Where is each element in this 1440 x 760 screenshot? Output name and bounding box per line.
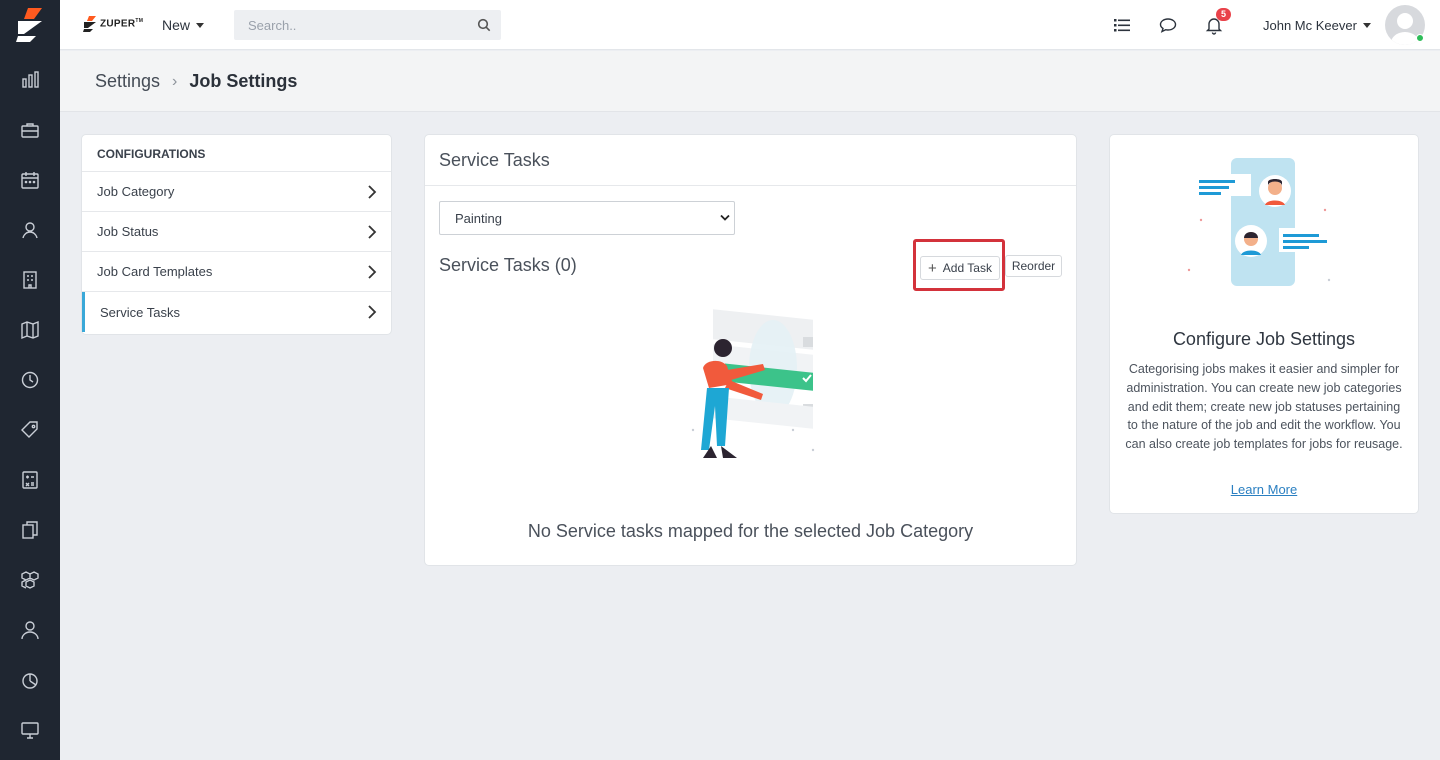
task-list-icon[interactable] [1112, 15, 1132, 35]
customers-icon[interactable] [20, 220, 40, 240]
new-label: New [162, 17, 191, 33]
caret-down-icon [1362, 23, 1371, 28]
briefcase-icon[interactable] [20, 120, 40, 140]
chevron-down-icon [720, 214, 730, 221]
left-nav-rail [0, 0, 60, 760]
search-icon[interactable] [477, 18, 491, 32]
add-task-button[interactable]: + Add Task [920, 256, 1000, 280]
online-status-dot [1416, 34, 1424, 42]
config-item-job-card-templates[interactable]: Job Card Templates [82, 252, 391, 292]
job-category-selected: Painting [455, 211, 502, 226]
map-icon[interactable] [20, 320, 40, 340]
notification-count-badge: 5 [1216, 8, 1231, 21]
building-icon[interactable] [20, 270, 40, 290]
config-item-label: Job Card Templates [97, 264, 213, 279]
add-task-highlight: + Add Task [913, 239, 1005, 291]
config-item-label: Job Status [97, 224, 159, 239]
global-search [234, 10, 501, 40]
calendar-icon[interactable] [20, 170, 40, 190]
chart-pie-icon[interactable] [20, 670, 40, 690]
zuper-logo-icon[interactable] [14, 8, 46, 42]
brand-name: ZUPERTM [100, 18, 144, 30]
boxes-icon[interactable] [20, 570, 40, 590]
breadcrumb: Settings › Job Settings [95, 71, 297, 92]
caret-down-icon [196, 22, 205, 28]
add-task-label: Add Task [942, 261, 992, 275]
service-tasks-heading: Service Tasks [425, 135, 1076, 186]
info-panel: Configure Job Settings Categorising jobs… [1109, 134, 1419, 514]
config-item-service-tasks[interactable]: Service Tasks [82, 292, 391, 332]
empty-state-illustration [691, 309, 815, 458]
config-item-label: Job Category [97, 184, 175, 199]
new-dropdown-button[interactable]: New [162, 17, 205, 33]
chevron-right-icon [368, 305, 377, 319]
info-title: Configure Job Settings [1172, 329, 1356, 349]
reorder-label: Reorder [1011, 259, 1056, 273]
user-menu[interactable]: John Mc Keever [1263, 18, 1371, 33]
page-header: Settings › Job Settings [60, 51, 1440, 112]
config-item-label: Service Tasks [100, 304, 180, 320]
configurations-panel: CONFIGURATIONS Job Category Job Status J… [81, 134, 392, 335]
chevron-right-icon [368, 225, 377, 239]
configurations-heading: CONFIGURATIONS [82, 135, 391, 172]
config-item-job-status[interactable]: Job Status [82, 212, 391, 252]
chevron-right-icon [368, 265, 377, 279]
calculator-icon[interactable] [20, 470, 40, 490]
reorder-button[interactable]: Reorder [1005, 255, 1062, 277]
service-tasks-count-title: Service Tasks (0) [439, 255, 577, 275]
breadcrumb-settings-link[interactable]: Settings [95, 71, 160, 92]
service-tasks-panel: Service Tasks Painting Service Tasks (0)… [424, 134, 1077, 566]
documents-icon[interactable] [20, 520, 40, 540]
config-item-job-category[interactable]: Job Category [82, 172, 391, 212]
tag-icon[interactable] [20, 420, 40, 440]
brand-mark-icon [83, 16, 96, 32]
user-name: John Mc Keever [1263, 18, 1357, 33]
plus-icon: + [928, 259, 937, 277]
info-description: Categorising jobs makes it easier and si… [1125, 362, 1403, 452]
clock-icon[interactable] [20, 370, 40, 390]
user-icon[interactable] [20, 620, 40, 640]
monitor-icon[interactable] [20, 720, 40, 740]
learn-more-link[interactable]: Learn More [1110, 482, 1418, 497]
breadcrumb-separator: › [172, 72, 178, 90]
page-title: Job Settings [189, 71, 298, 91]
empty-state-message: No Service tasks mapped for the selected… [527, 521, 974, 541]
chat-icon[interactable] [1158, 15, 1178, 35]
configure-illustration [1187, 158, 1337, 286]
top-bar: ZUPERTM New 5 John Mc Keever [60, 0, 1440, 50]
job-category-select[interactable]: Painting [439, 201, 735, 235]
brand-logo[interactable]: ZUPERTM [83, 15, 143, 33]
search-input[interactable] [234, 10, 474, 40]
reports-icon[interactable] [20, 70, 40, 90]
chevron-right-icon [368, 185, 377, 199]
